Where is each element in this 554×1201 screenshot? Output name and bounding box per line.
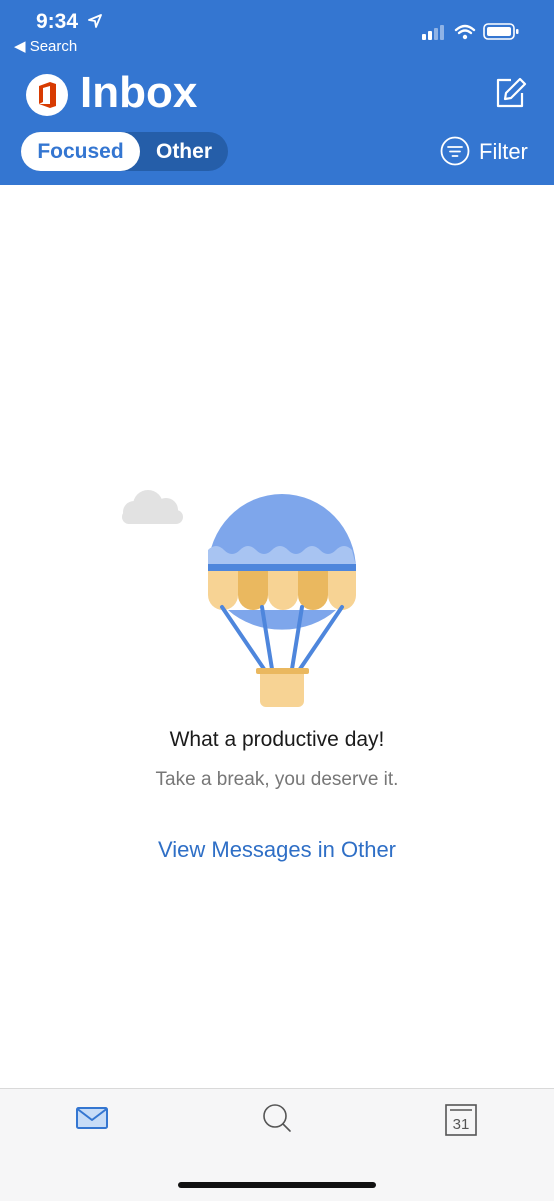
mail-icon[interactable] [75,1103,109,1133]
compose-icon[interactable] [494,76,528,110]
home-indicator[interactable] [178,1182,376,1188]
office-logo-icon[interactable] [26,74,68,116]
calendar-date: 31 [453,1116,470,1133]
location-arrow-icon [88,14,102,28]
filter-icon [440,136,470,166]
app-header: 9:34 ◀ Search Inbox Focused Other Filter [0,0,554,185]
hot-air-balloon-illustration [122,490,356,707]
signal-wifi-battery-icon [422,23,519,40]
tab-focused[interactable]: Focused [21,132,140,171]
status-time: 9:34 [36,10,79,33]
empty-state-subtitle: Take a break, you deserve it. [155,769,399,790]
empty-state-title: What a productive day! [169,728,385,751]
page-title: Inbox [80,68,198,117]
tab-other[interactable]: Other [140,132,228,171]
focused-other-toggle: Focused Other [21,132,228,171]
calendar-icon[interactable]: 31 [444,1103,478,1137]
filter-label: Filter [479,139,528,164]
back-to-search-link[interactable]: ◀ Search [14,37,77,55]
view-messages-in-other-link[interactable]: View Messages in Other [0,837,554,863]
status-indicators [422,22,532,42]
search-icon[interactable] [260,1103,294,1133]
balloon-icon [208,494,356,707]
cloud-icon [122,490,183,524]
